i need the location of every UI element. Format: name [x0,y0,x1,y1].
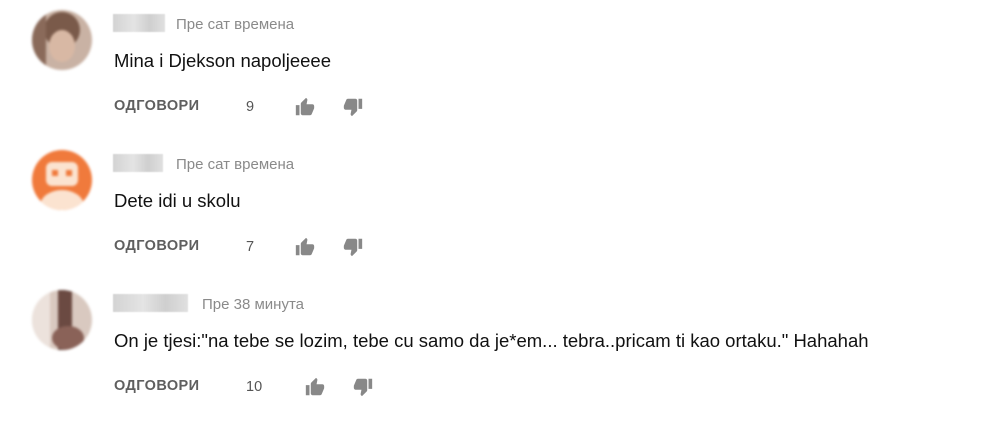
like-count: 10 [246,379,263,395]
comment-timestamp[interactable]: Пре сат времена [176,16,294,33]
thumbs-up-icon[interactable] [294,236,316,258]
thumbs-down-icon[interactable] [342,96,364,118]
reply-button[interactable]: ОДГОВОРИ [114,98,199,114]
thumbs-down-icon[interactable] [352,376,374,398]
comment-actions: ОДГОВОРИ 9 [114,96,514,118]
author-name-redacted[interactable] [113,154,163,172]
avatar[interactable] [32,150,92,210]
comment-item: Пре сат времена Dete idi u skolu ОДГОВОР… [0,140,1000,280]
thumbs-down-icon[interactable] [342,236,364,258]
comment-item: Пре сат времена Mina i Djekson napoljeee… [0,0,1000,140]
comment-text: Dete idi u skolu [114,190,241,211]
comment-actions: ОДГОВОРИ 10 [114,376,514,398]
comment-timestamp[interactable]: Пре сат времена [176,156,294,173]
reply-button[interactable]: ОДГОВОРИ [114,238,199,254]
author-name-redacted[interactable] [113,294,188,312]
author-name-redacted[interactable] [113,14,165,32]
reply-button[interactable]: ОДГОВОРИ [114,378,199,394]
comment-text: Mina i Djekson napoljeeee [114,50,331,71]
like-count: 7 [246,239,255,255]
comment-timestamp[interactable]: Пре 38 минута [202,296,304,313]
avatar[interactable] [32,290,92,350]
comment-item: Пре 38 минута On je tjesi:"na tebe se lo… [0,280,1000,420]
thumbs-up-icon[interactable] [294,96,316,118]
avatar[interactable] [32,10,92,70]
thumbs-up-icon[interactable] [304,376,326,398]
like-count: 9 [246,99,255,115]
comment-actions: ОДГОВОРИ 7 [114,236,514,258]
comments-list: Пре сат времена Mina i Djekson napoljeee… [0,0,1000,425]
comment-text: On je tjesi:"na tebe se lozim, tebe cu s… [114,330,869,351]
